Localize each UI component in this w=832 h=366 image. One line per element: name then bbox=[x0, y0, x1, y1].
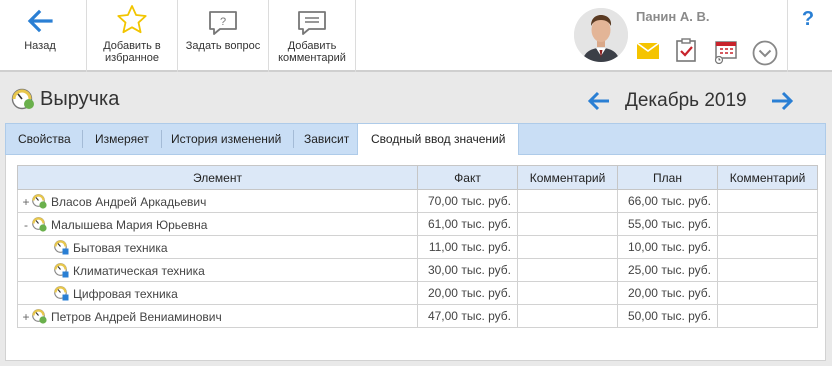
fact-value-cell[interactable]: 47,00 тыс. руб. bbox=[417, 304, 518, 328]
table-row[interactable]: Цифровая техника 20,00 тыс. руб. 20,00 тыс… bbox=[17, 281, 818, 305]
add-favorite-label: Добавить в избранное bbox=[103, 40, 161, 64]
fact-comment-cell[interactable] bbox=[517, 258, 618, 282]
fact-comment-cell[interactable] bbox=[517, 212, 618, 236]
table-row[interactable]: Климатическая техника 30,00 тыс. руб. 25,0… bbox=[17, 258, 818, 282]
ask-question-label: Задать вопрос bbox=[185, 40, 261, 52]
element-cell[interactable]: Климатическая техника bbox=[17, 258, 418, 282]
fact-value-cell[interactable]: 61,00 тыс. руб. bbox=[417, 212, 518, 236]
arrow-left-icon bbox=[27, 9, 53, 36]
plan-value-cell[interactable]: 66,00 тыс. руб. bbox=[617, 189, 718, 213]
plan-value-cell[interactable]: 25,00 тыс. руб. bbox=[617, 258, 718, 282]
user-name[interactable]: Панин А. В. bbox=[636, 9, 710, 24]
prev-period-icon[interactable] bbox=[587, 90, 611, 115]
element-name: Климатическая техника bbox=[73, 263, 205, 278]
fact-comment-cell[interactable] bbox=[517, 235, 618, 259]
svg-text:?: ? bbox=[220, 16, 226, 28]
element-name: Бытовая техника bbox=[73, 240, 168, 255]
collapse-toggle[interactable]: - bbox=[20, 218, 32, 232]
ask-question-button[interactable]: ? Задать вопрос bbox=[180, 0, 266, 72]
divider bbox=[268, 0, 269, 72]
person-indicator-icon bbox=[32, 308, 47, 324]
column-header-plan[interactable]: План bbox=[617, 165, 718, 190]
avatar[interactable] bbox=[574, 8, 628, 62]
values-table: Элемент Факт Комментарий План Комментари… bbox=[17, 165, 818, 328]
add-favorite-button[interactable]: Добавить в избранное bbox=[92, 0, 172, 72]
expand-toggle[interactable]: + bbox=[20, 310, 32, 324]
tab-measures[interactable]: Измеряет bbox=[83, 124, 161, 154]
column-header-element[interactable]: Элемент bbox=[17, 165, 418, 190]
expand-toggle[interactable]: + bbox=[20, 195, 32, 209]
plan-comment-cell[interactable] bbox=[717, 304, 818, 328]
toolbar: Назад Добавить в избранное ? Задать вопр… bbox=[0, 0, 832, 72]
divider bbox=[86, 0, 87, 72]
element-cell[interactable]: + Власов Андрей Аркадьевич bbox=[17, 189, 418, 213]
plan-comment-cell[interactable] bbox=[717, 258, 818, 282]
period-label: Декабрь 2019 bbox=[625, 90, 747, 111]
plan-comment-cell[interactable] bbox=[717, 212, 818, 236]
column-header-fact[interactable]: Факт bbox=[417, 165, 518, 190]
tab-history[interactable]: История изменений bbox=[159, 124, 293, 154]
indicator-icon bbox=[54, 239, 69, 255]
element-cell[interactable]: + Петров Андрей Вениаминович bbox=[17, 304, 418, 328]
plan-comment-cell[interactable] bbox=[717, 281, 818, 305]
checklist-icon[interactable] bbox=[676, 38, 696, 65]
plan-comment-cell[interactable] bbox=[717, 189, 818, 213]
back-label: Назад bbox=[24, 40, 56, 52]
add-comment-label: Добавить комментарий bbox=[278, 40, 346, 64]
table-row[interactable]: + Власов Андрей Аркадьевич 70,00 тыс. руб.… bbox=[17, 189, 818, 213]
divider bbox=[787, 0, 788, 72]
element-cell[interactable]: Бытовая техника bbox=[17, 235, 418, 259]
element-name: Власов Андрей Аркадьевич bbox=[51, 194, 207, 209]
person-indicator-icon bbox=[32, 193, 47, 209]
tab-summary-input[interactable]: Сводный ввод значений bbox=[357, 124, 520, 156]
summary-panel: Элемент Факт Комментарий План Комментари… bbox=[5, 155, 826, 361]
divider bbox=[355, 0, 356, 72]
mail-icon[interactable] bbox=[636, 42, 660, 62]
fact-value-cell[interactable]: 20,00 тыс. руб. bbox=[417, 281, 518, 305]
table-row[interactable]: + Петров Андрей Вениаминович 47,00 тыс. ру… bbox=[17, 304, 818, 328]
fact-value-cell[interactable]: 70,00 тыс. руб. bbox=[417, 189, 518, 213]
star-icon bbox=[116, 4, 148, 39]
plan-value-cell[interactable]: 20,00 тыс. руб. bbox=[617, 281, 718, 305]
tab-bar: Свойства Измеряет История изменений Зави… bbox=[5, 123, 826, 156]
gauge-icon bbox=[11, 88, 35, 113]
person-indicator-icon bbox=[32, 216, 47, 232]
calendar-icon[interactable] bbox=[714, 40, 738, 67]
plan-comment-cell[interactable] bbox=[717, 235, 818, 259]
page-title: Выручка bbox=[40, 88, 120, 110]
add-comment-button[interactable]: Добавить комментарий bbox=[270, 0, 354, 72]
fact-value-cell[interactable]: 11,00 тыс. руб. bbox=[417, 235, 518, 259]
table-row[interactable]: - Малышева Мария Юрьевна 61,00 тыс. руб. 55… bbox=[17, 212, 818, 236]
tab-properties[interactable]: Свойства bbox=[6, 124, 83, 154]
comment-bubble-icon bbox=[297, 10, 327, 39]
column-header-fact-comment[interactable]: Комментарий bbox=[517, 165, 618, 190]
fact-comment-cell[interactable] bbox=[517, 281, 618, 305]
plan-value-cell[interactable]: 10,00 тыс. руб. bbox=[617, 235, 718, 259]
back-button[interactable]: Назад bbox=[0, 0, 80, 72]
next-period-icon[interactable] bbox=[770, 90, 794, 115]
question-bubble-icon: ? bbox=[208, 10, 238, 39]
element-name: Малышева Мария Юрьевна bbox=[51, 217, 208, 232]
indicator-icon bbox=[54, 262, 69, 278]
chevron-down-circle-icon[interactable] bbox=[752, 40, 778, 69]
divider bbox=[177, 0, 178, 72]
table-row[interactable]: Бытовая техника 11,00 тыс. руб. 10,00 тыс.… bbox=[17, 235, 818, 259]
indicator-icon bbox=[54, 285, 69, 301]
plan-value-cell[interactable]: 50,00 тыс. руб. bbox=[617, 304, 718, 328]
element-name: Петров Андрей Вениаминович bbox=[51, 309, 222, 324]
tab-depends[interactable]: Зависит bbox=[292, 124, 361, 154]
fact-comment-cell[interactable] bbox=[517, 304, 618, 328]
help-icon[interactable]: ? bbox=[798, 8, 818, 31]
plan-value-cell[interactable]: 55,00 тыс. руб. bbox=[617, 212, 718, 236]
element-cell[interactable]: Цифровая техника bbox=[17, 281, 418, 305]
element-cell[interactable]: - Малышева Мария Юрьевна bbox=[17, 212, 418, 236]
element-name: Цифровая техника bbox=[73, 286, 178, 301]
column-header-plan-comment[interactable]: Комментарий bbox=[717, 165, 818, 190]
fact-comment-cell[interactable] bbox=[517, 189, 618, 213]
fact-value-cell[interactable]: 30,00 тыс. руб. bbox=[417, 258, 518, 282]
